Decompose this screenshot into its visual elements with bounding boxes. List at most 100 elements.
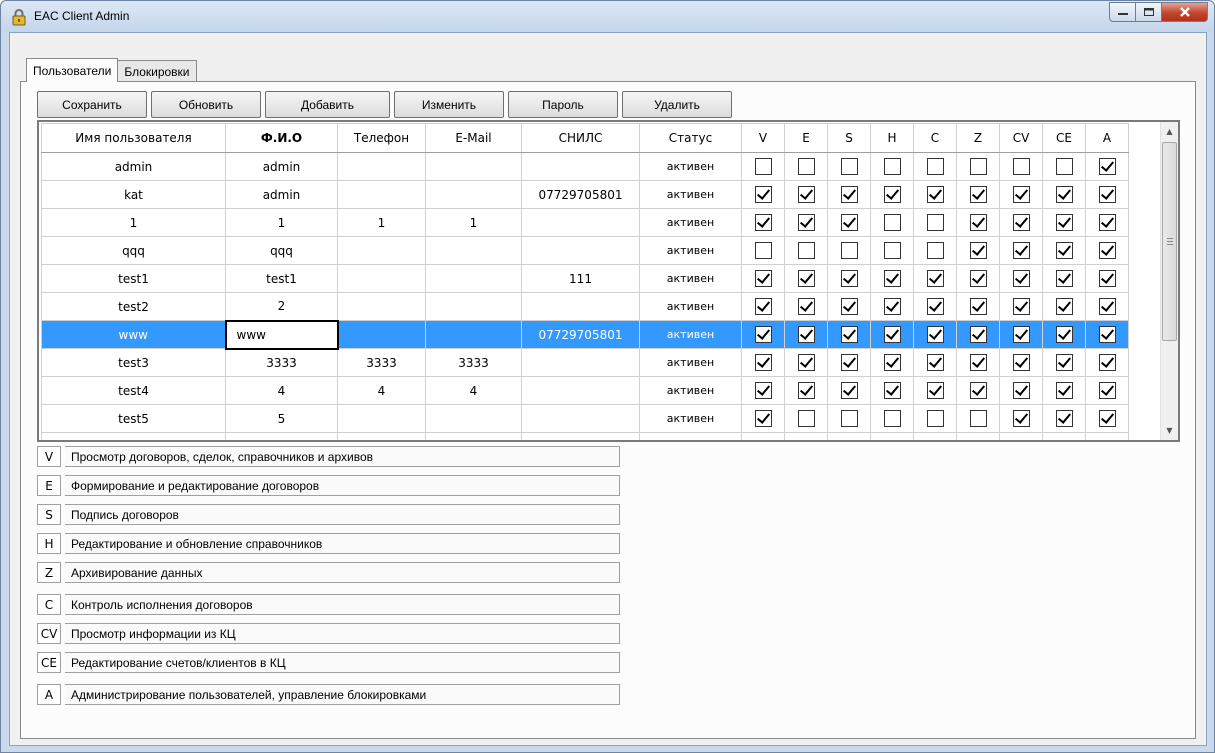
checkbox-unchecked[interactable] [926,158,944,175]
checkbox-checked[interactable] [1012,186,1030,203]
table-row[interactable]: www www 07729705801 активен [41,319,1129,350]
checkbox-unchecked[interactable] [926,214,944,231]
cell-username[interactable]: test4 [41,376,226,405]
cell-phone[interactable]: 4 [337,376,426,405]
checkbox-checked[interactable] [883,354,901,371]
column-header[interactable]: E [784,123,828,153]
password-button[interactable]: Пароль [508,91,618,118]
cell-phone[interactable] [337,152,426,181]
checkbox-checked[interactable] [754,270,772,287]
checkbox-checked[interactable] [1012,354,1030,371]
checkbox-checked[interactable] [883,382,901,399]
checkbox-checked[interactable] [754,326,772,343]
checkbox-checked[interactable] [754,382,772,399]
cell-snils[interactable] [521,292,640,321]
cell-snils[interactable] [521,236,640,265]
checkbox-checked[interactable] [969,214,987,231]
cell-snils[interactable] [521,376,640,405]
column-header[interactable]: Имя пользователя [41,123,226,153]
checkbox-checked[interactable] [883,186,901,203]
cell-snils[interactable] [521,348,640,377]
checkbox-checked[interactable] [1098,298,1116,315]
tab-locks[interactable]: Блокировки [117,60,197,82]
checkbox-checked[interactable] [754,298,772,315]
cell-email[interactable] [425,264,522,293]
cell-status[interactable]: активен [639,404,742,433]
column-header[interactable]: H [870,123,914,153]
cell-username[interactable]: www [41,320,226,349]
checkbox-checked[interactable] [969,326,987,343]
table-row[interactable]: test1 test1 111 активен [41,264,1129,293]
column-header[interactable]: S [827,123,871,153]
checkbox-checked[interactable] [1098,382,1116,399]
cell-phone[interactable] [337,404,426,433]
checkbox-unchecked[interactable] [883,214,901,231]
cell-email[interactable] [425,152,522,181]
column-header[interactable]: CE [1042,123,1086,153]
checkbox-checked[interactable] [754,186,772,203]
checkbox-unchecked[interactable] [969,410,987,427]
checkbox-unchecked[interactable] [883,410,901,427]
checkbox-checked[interactable] [1098,354,1116,371]
maximize-button[interactable] [1136,2,1162,22]
cell-status[interactable]: активен [639,376,742,405]
cell-snils[interactable]: 07729705801 [521,320,640,349]
column-header[interactable]: Телефон [337,123,426,153]
cell-fio[interactable]: admin [225,152,338,181]
checkbox-checked[interactable] [1012,242,1030,259]
table-row[interactable]: admin admin активен [41,152,1129,181]
checkbox-checked[interactable] [840,214,858,231]
checkbox-unchecked[interactable] [840,242,858,259]
checkbox-unchecked[interactable] [840,410,858,427]
checkbox-checked[interactable] [754,354,772,371]
cell-phone[interactable] [337,264,426,293]
checkbox-unchecked[interactable] [883,242,901,259]
cell-phone[interactable] [337,180,426,209]
checkbox-checked[interactable] [797,382,815,399]
table-row[interactable]: test4 4 4 4 активен [41,376,1129,405]
table-row[interactable]: test3 3333 3333 3333 активен [41,348,1129,377]
checkbox-checked[interactable] [969,186,987,203]
cell-email[interactable] [425,320,522,349]
cell-username[interactable]: qqq [41,236,226,265]
cell-username[interactable]: 1 [41,208,226,237]
cell-snils[interactable]: 111 [521,264,640,293]
checkbox-checked[interactable] [883,270,901,287]
cell-fio-editor[interactable]: www [224,319,339,350]
cell-email[interactable] [425,236,522,265]
add-button[interactable]: Добавить [265,91,390,118]
checkbox-checked[interactable] [926,298,944,315]
cell-fio[interactable]: admin [225,180,338,209]
cell-fio[interactable]: 1 [225,208,338,237]
checkbox-checked[interactable] [1098,242,1116,259]
cell-username[interactable]: test1 [41,264,226,293]
checkbox-checked[interactable] [797,298,815,315]
checkbox-unchecked[interactable] [754,158,772,175]
cell-phone[interactable]: 1 [337,208,426,237]
cell-status[interactable]: активен [639,292,742,321]
cell-snils[interactable] [521,208,640,237]
checkbox-checked[interactable] [797,214,815,231]
checkbox-checked[interactable] [926,326,944,343]
checkbox-checked[interactable] [797,326,815,343]
checkbox-checked[interactable] [926,354,944,371]
checkbox-unchecked[interactable] [797,158,815,175]
checkbox-checked[interactable] [969,298,987,315]
cell-fio[interactable]: test1 [225,264,338,293]
checkbox-unchecked[interactable] [840,158,858,175]
checkbox-checked[interactable] [1098,270,1116,287]
cell-snils[interactable] [521,404,640,433]
checkbox-checked[interactable] [1055,270,1073,287]
checkbox-unchecked[interactable] [1055,158,1073,175]
cell-phone[interactable] [337,320,426,349]
cell-username[interactable]: kat [41,180,226,209]
cell-username[interactable]: test3 [41,348,226,377]
column-header[interactable]: Z [956,123,1000,153]
checkbox-checked[interactable] [840,326,858,343]
vertical-scrollbar[interactable]: ▲ ▼ [1160,122,1178,440]
cell-email[interactable]: 3333 [425,348,522,377]
checkbox-checked[interactable] [797,270,815,287]
cell-fio[interactable]: 2 [225,292,338,321]
cell-email[interactable] [425,292,522,321]
column-header[interactable]: Статус [639,123,742,153]
